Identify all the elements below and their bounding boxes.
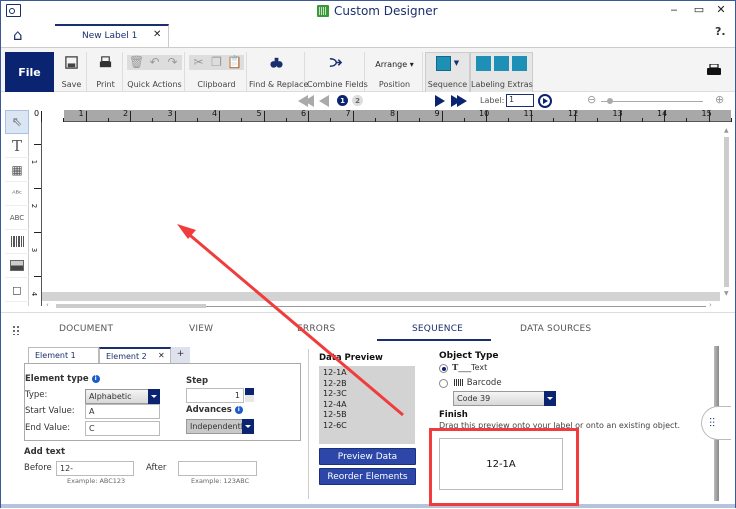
- app-window: Custom Designer ‒ ▭ ✕ ⌂ New Label 1 ✕ ?.…: [0, 0, 736, 508]
- annotation-arrow: [177, 224, 404, 417]
- arrow-shaft: [184, 229, 404, 417]
